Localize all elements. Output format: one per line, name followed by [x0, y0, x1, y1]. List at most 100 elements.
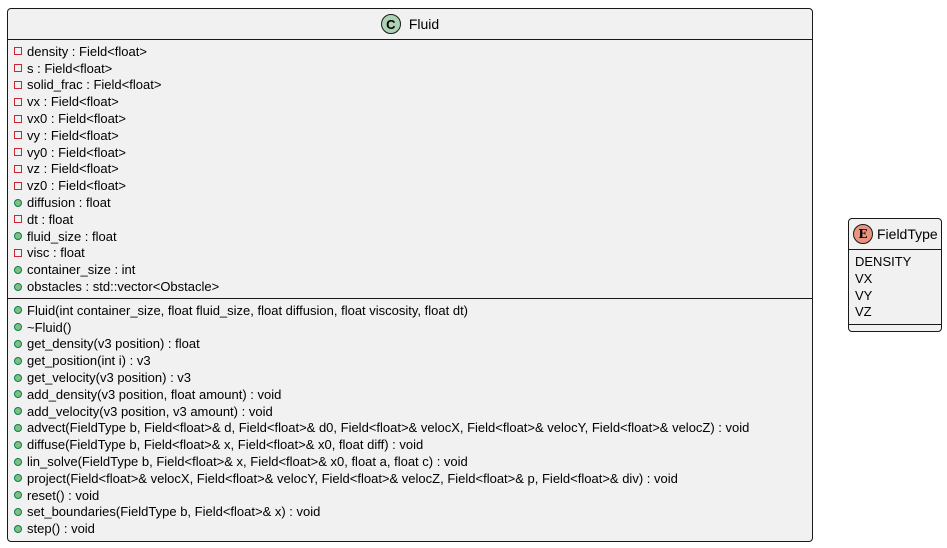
public-visibility-icon [14, 440, 22, 449]
attribute-vx: vx : Field<float> [8, 93, 812, 110]
fluid-methods-section: Fluid(int container_size, float fluid_si… [8, 299, 812, 540]
method-lin-solve: lin_solve(FieldType b, Field<float>& x, … [8, 453, 812, 470]
private-visibility-icon [14, 64, 22, 73]
attribute-text: visc : float [27, 245, 85, 261]
attribute-obstacles: obstacles : std::vector<Obstacle> [8, 278, 812, 295]
class-stereotype-icon: C [380, 14, 401, 34]
public-visibility-icon [14, 507, 22, 516]
public-visibility-icon [14, 323, 22, 332]
fieldtype-enum-header: E FieldType [849, 219, 941, 250]
enum-value-vy: VY [855, 287, 873, 303]
attribute-vz: vz : Field<float> [8, 161, 812, 178]
public-visibility-icon [14, 356, 22, 365]
fieldtype-empty-section [849, 325, 941, 331]
public-visibility-icon [14, 457, 22, 466]
fluid-class-name: Fluid [408, 16, 440, 32]
public-visibility-icon [14, 474, 22, 483]
method-set-boundaries: set_boundaries(FieldType b, Field<float>… [8, 504, 812, 521]
fluid-class-header: C Fluid [8, 9, 812, 40]
public-visibility-icon [14, 232, 22, 241]
method-text: step() : void [27, 521, 95, 537]
method-advect: advect(FieldType b, Field<float>& d, Fie… [8, 420, 812, 437]
public-visibility-icon [14, 390, 22, 399]
public-visibility-icon [14, 265, 22, 274]
public-visibility-icon [14, 198, 22, 207]
attribute-vx0: vx0 : Field<float> [8, 110, 812, 127]
fieldtype-enum-name: FieldType [877, 226, 938, 242]
private-visibility-icon [14, 47, 22, 56]
method-text: add_velocity(v3 position, v3 amount) : v… [27, 403, 273, 419]
method-text: get_density(v3 position) : float [27, 336, 200, 352]
attribute-container-size: container_size : int [8, 261, 812, 278]
attribute-text: vy : Field<float> [27, 127, 119, 143]
attribute-vz0: vz0 : Field<float> [8, 177, 812, 194]
attribute-text: vx : Field<float> [27, 94, 119, 110]
method-text: get_velocity(v3 position) : v3 [27, 370, 192, 386]
method-text: advect(FieldType b, Field<float>& d, Fie… [27, 420, 750, 436]
attribute-dt: dt : float [8, 211, 812, 228]
attribute-vy: vy : Field<float> [8, 127, 812, 144]
attribute-text: vz : Field<float> [27, 161, 119, 177]
method-step: step() : void [8, 520, 812, 537]
method-text: lin_solve(FieldType b, Field<float>& x, … [27, 454, 468, 470]
fieldtype-enum-box: E FieldType DENSITY VX VY VZ [848, 218, 942, 332]
method-add-density: add_density(v3 position, float amount) :… [8, 386, 812, 403]
enum-value-vx: VX [855, 270, 873, 286]
public-visibility-icon [14, 407, 22, 416]
enum-value-density: DENSITY [855, 254, 912, 269]
private-visibility-icon [14, 181, 22, 190]
attribute-text: diffusion : float [27, 195, 111, 211]
method-fluid: Fluid(int container_size, float fluid_si… [8, 302, 812, 319]
method-text: reset() : void [27, 487, 100, 503]
method-text: Fluid(int container_size, float fluid_si… [27, 302, 469, 318]
attribute-text: vz0 : Field<float> [27, 178, 126, 194]
attribute-text: obstacles : std::vector<Obstacle> [27, 279, 220, 295]
method-text: add_density(v3 position, float amount) :… [27, 386, 282, 402]
attribute-s: s : Field<float> [8, 60, 812, 77]
private-visibility-icon [14, 97, 22, 106]
method-get-velocity: get_velocity(v3 position) : v3 [8, 369, 812, 386]
attribute-density: density : Field<float> [8, 43, 812, 60]
enum-stereotype-icon: E [853, 224, 873, 244]
attribute-diffusion: diffusion : float [8, 194, 812, 211]
fieldtype-values-section: DENSITY VX VY VZ [849, 250, 941, 326]
attribute-text: density : Field<float> [27, 43, 147, 59]
attribute-text: vx0 : Field<float> [27, 111, 126, 127]
private-visibility-icon [14, 148, 22, 157]
method-text: get_position(int i) : v3 [27, 353, 151, 369]
attribute-text: vy0 : Field<float> [27, 144, 126, 160]
private-visibility-icon [14, 131, 22, 140]
method-text: diffuse(FieldType b, Field<float>& x, Fi… [27, 437, 424, 453]
private-visibility-icon [14, 248, 22, 257]
public-visibility-icon [14, 373, 22, 382]
private-visibility-icon [14, 80, 22, 89]
method-get-position: get_position(int i) : v3 [8, 352, 812, 369]
public-visibility-icon [14, 491, 22, 500]
public-visibility-icon [14, 306, 22, 315]
attribute-fluid-size: fluid_size : float [8, 228, 812, 245]
attribute-vy0: vy0 : Field<float> [8, 144, 812, 161]
method-add-velocity: add_velocity(v3 position, v3 amount) : v… [8, 403, 812, 420]
fluid-class-box: C Fluid density : Field<float> s : Field<… [7, 8, 813, 542]
method-fluid: ~Fluid() [8, 319, 812, 336]
private-visibility-icon [14, 114, 22, 123]
private-visibility-icon [14, 215, 22, 224]
method-reset: reset() : void [8, 487, 812, 504]
enum-value-vz: VZ [855, 304, 872, 320]
method-project: project(Field<float>& velocX, Field<floa… [8, 470, 812, 487]
method-diffuse: diffuse(FieldType b, Field<float>& x, Fi… [8, 436, 812, 453]
attribute-solid-frac: solid_frac : Field<float> [8, 77, 812, 94]
method-text: ~Fluid() [27, 319, 72, 335]
method-text: set_boundaries(FieldType b, Field<float>… [27, 504, 321, 520]
attribute-visc: visc : float [8, 245, 812, 262]
attribute-text: fluid_size : float [27, 228, 117, 244]
attribute-text: container_size : int [27, 262, 136, 278]
attribute-text: dt : float [27, 211, 74, 227]
fluid-attributes-section: density : Field<float> s : Field<float> so… [8, 40, 812, 299]
method-get-density: get_density(v3 position) : float [8, 336, 812, 353]
public-visibility-icon [14, 339, 22, 348]
public-visibility-icon [14, 524, 22, 533]
private-visibility-icon [14, 164, 22, 173]
attribute-text: solid_frac : Field<float> [27, 77, 162, 93]
public-visibility-icon [14, 282, 22, 291]
